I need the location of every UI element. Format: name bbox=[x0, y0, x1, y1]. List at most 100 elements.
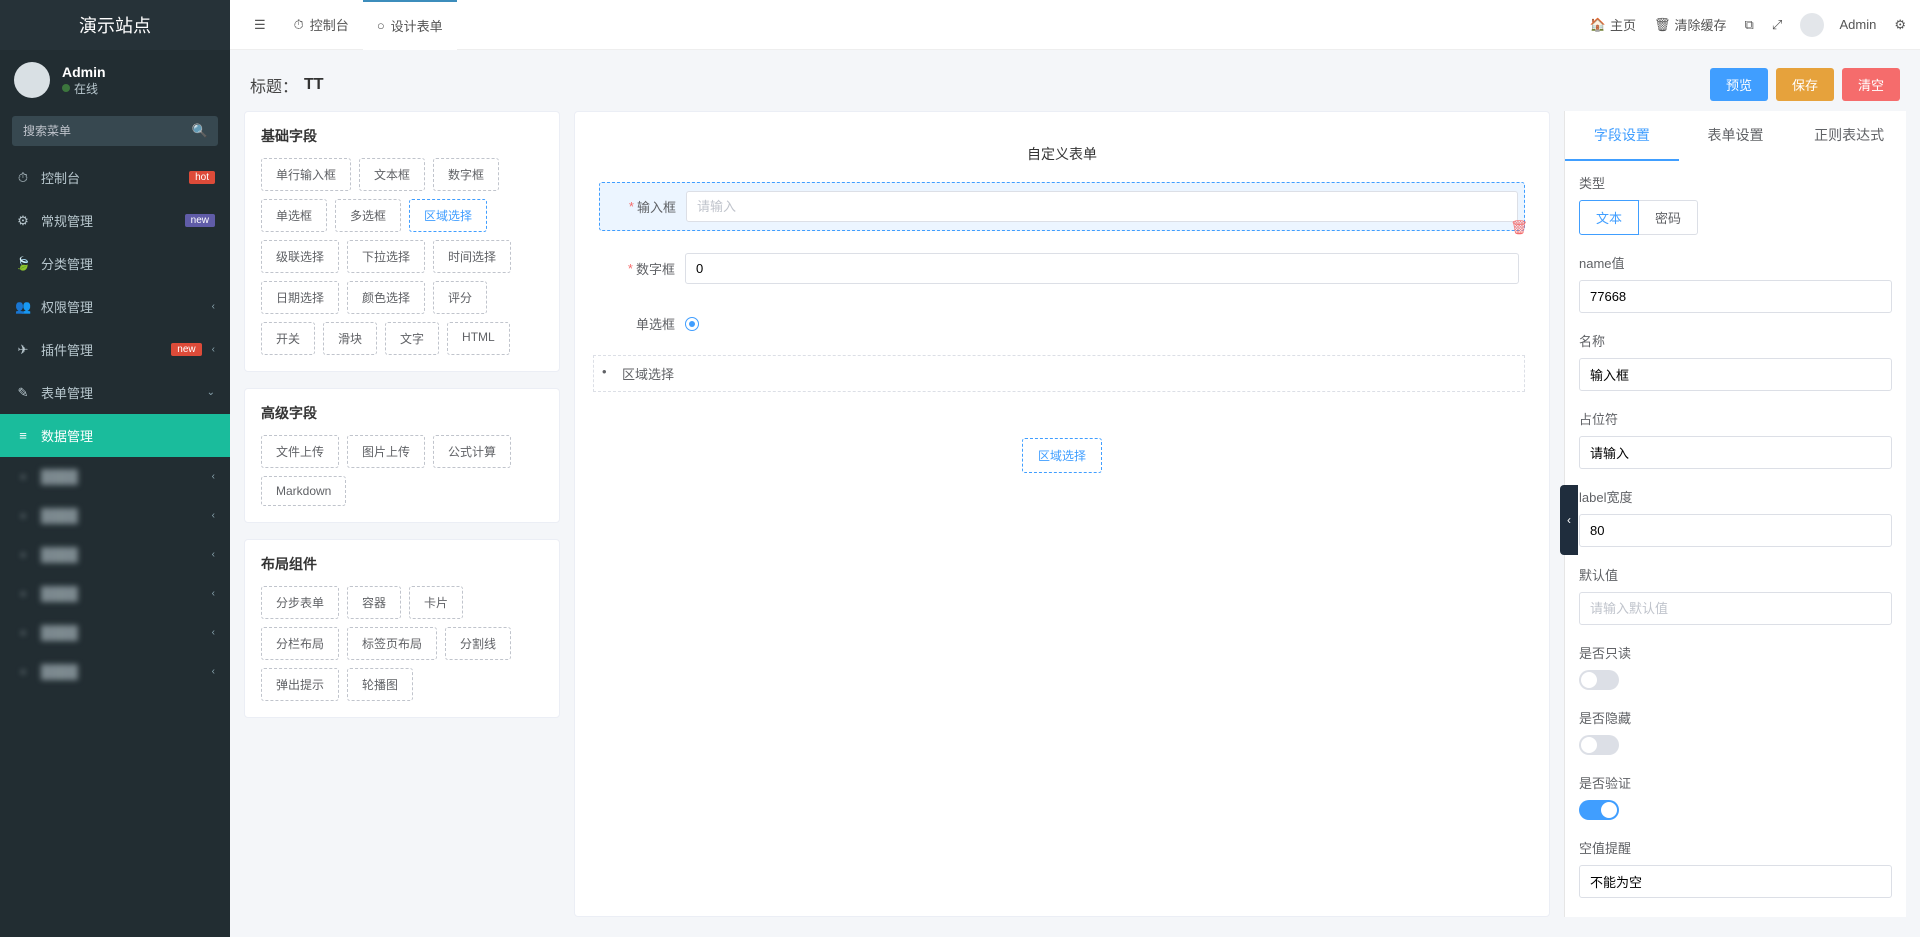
top-tab[interactable]: ○设计表单 bbox=[363, 0, 457, 50]
readonly-switch[interactable] bbox=[1579, 670, 1619, 690]
hamburger-icon[interactable]: ☰ bbox=[244, 17, 276, 33]
field-tag[interactable]: 滑块 bbox=[323, 322, 377, 355]
menu-search: 🔍 bbox=[12, 116, 218, 146]
field-tag[interactable]: 级联选择 bbox=[261, 240, 339, 273]
topbar-settings-icon[interactable]: ⚙ bbox=[1894, 17, 1906, 33]
type-segment: 文本密码 bbox=[1579, 200, 1892, 235]
drop-placeholder: 区域选择 bbox=[1022, 438, 1102, 473]
canvas-region-item[interactable]: 区域选择 bbox=[593, 355, 1525, 392]
avatar[interactable] bbox=[14, 62, 50, 98]
field-tag[interactable]: 日期选择 bbox=[261, 281, 339, 314]
chevron-left-icon: ‹ bbox=[212, 301, 215, 312]
field-tag[interactable]: 分栏布局 bbox=[261, 627, 339, 660]
topbar-clear-cache[interactable]: 🗑 清除缓存 bbox=[1654, 15, 1727, 34]
top-tab[interactable]: ⏱控制台 bbox=[280, 0, 363, 50]
nav-label: 表单管理 bbox=[41, 383, 197, 402]
default-value-input[interactable] bbox=[1579, 592, 1892, 625]
topbar-home[interactable]: 🏠 主页 bbox=[1590, 15, 1636, 34]
sidebar-item[interactable]: ⚙ 常规管理 new bbox=[0, 199, 230, 242]
field-tag[interactable]: 公式计算 bbox=[433, 435, 511, 468]
sidebar-item-obscured[interactable]: ▪████‹ bbox=[0, 496, 230, 535]
sidebar-item[interactable]: 👥 权限管理 ‹ bbox=[0, 285, 230, 328]
nav-icon: ✈ bbox=[15, 342, 31, 358]
search-icon[interactable]: 🔍 bbox=[192, 123, 208, 139]
label-width-label: label宽度 bbox=[1579, 487, 1892, 506]
field-tag[interactable]: 单行输入框 bbox=[261, 158, 351, 191]
field-tag[interactable]: 文本框 bbox=[359, 158, 425, 191]
field-tag[interactable]: HTML bbox=[447, 322, 510, 355]
menu-search-input[interactable] bbox=[12, 116, 218, 146]
type-option[interactable]: 文本 bbox=[1579, 200, 1639, 235]
canvas-number-input[interactable] bbox=[685, 253, 1519, 284]
type-label: 类型 bbox=[1579, 173, 1892, 192]
field-tag[interactable]: 区域选择 bbox=[409, 199, 487, 232]
canvas-text-input[interactable] bbox=[686, 191, 1518, 222]
field-tag[interactable]: 轮播图 bbox=[347, 668, 413, 701]
field-name-input[interactable] bbox=[1579, 358, 1892, 391]
canvas-field-item[interactable]: *输入框🗑 bbox=[599, 182, 1525, 231]
type-option[interactable]: 密码 bbox=[1638, 200, 1698, 235]
delete-icon[interactable]: 🗑 bbox=[1510, 219, 1528, 236]
field-tag[interactable]: 下拉选择 bbox=[347, 240, 425, 273]
canvas-field-item[interactable]: *数字框 bbox=[599, 245, 1525, 292]
field-tag[interactable]: 评分 bbox=[433, 281, 487, 314]
validate-switch[interactable] bbox=[1579, 800, 1619, 820]
name-value-input[interactable] bbox=[1579, 280, 1892, 313]
field-tag[interactable]: 弹出提示 bbox=[261, 668, 339, 701]
label-width-input[interactable] bbox=[1579, 514, 1892, 547]
brand-title[interactable]: 演示站点 bbox=[0, 0, 230, 50]
canvas-field-item[interactable]: 单选框 bbox=[599, 306, 1525, 341]
canvas-radio[interactable] bbox=[685, 317, 1519, 331]
sidebar-item-obscured[interactable]: ▪████‹ bbox=[0, 535, 230, 574]
sidebar-item[interactable]: 🍃 分类管理 bbox=[0, 242, 230, 285]
sidebar-item-obscured[interactable]: ▪████‹ bbox=[0, 574, 230, 613]
topbar-user[interactable]: Admin bbox=[1800, 13, 1876, 37]
layout-components-panel: 布局组件 分步表单容器卡片分栏布局标签页布局分割线弹出提示轮播图 bbox=[244, 539, 560, 718]
field-tag[interactable]: 分割线 bbox=[445, 627, 511, 660]
name-value-label: name值 bbox=[1579, 253, 1892, 272]
field-tag[interactable]: 开关 bbox=[261, 322, 315, 355]
sidebar-item-obscured[interactable]: ▪████‹ bbox=[0, 652, 230, 691]
chevron-left-icon: ‹ bbox=[212, 549, 215, 560]
field-tag[interactable]: 标签页布局 bbox=[347, 627, 437, 660]
chevron-left-icon: ‹ bbox=[212, 627, 215, 638]
collapse-handle[interactable]: ‹ bbox=[1560, 485, 1578, 555]
field-tag[interactable]: 时间选择 bbox=[433, 240, 511, 273]
sidebar-item[interactable]: ✈ 插件管理 new ‹ bbox=[0, 328, 230, 371]
field-tag[interactable]: 分步表单 bbox=[261, 586, 339, 619]
sidebar-item[interactable]: ≡ 数据管理 bbox=[0, 414, 230, 457]
field-tag[interactable]: 多选框 bbox=[335, 199, 401, 232]
topbar-fullscreen-icon[interactable]: ⤢ bbox=[1772, 17, 1782, 33]
form-canvas[interactable]: 自定义表单 *输入框🗑*数字框单选框区域选择 区域选择 bbox=[574, 111, 1550, 917]
sidebar-item-obscured[interactable]: ▪████‹ bbox=[0, 457, 230, 496]
sidebar-item[interactable]: ✎ 表单管理 ⌄ bbox=[0, 371, 230, 414]
user-panel: Admin 在线 bbox=[0, 50, 230, 110]
readonly-label: 是否只读 bbox=[1579, 643, 1892, 662]
form-title-value: TT bbox=[304, 76, 324, 94]
settings-tab[interactable]: 正则表达式 bbox=[1792, 111, 1906, 161]
preview-button[interactable]: 预览 bbox=[1710, 68, 1768, 101]
settings-tab[interactable]: 表单设置 bbox=[1679, 111, 1793, 161]
field-tag[interactable]: Markdown bbox=[261, 476, 346, 506]
placeholder-input[interactable] bbox=[1579, 436, 1892, 469]
sidebar-item[interactable]: ⏱ 控制台 hot bbox=[0, 156, 230, 199]
sidebar-item-obscured[interactable]: ▪████‹ bbox=[0, 613, 230, 652]
field-tag[interactable]: 文字 bbox=[385, 322, 439, 355]
hidden-switch[interactable] bbox=[1579, 735, 1619, 755]
nav-badge: new bbox=[185, 214, 215, 227]
field-tag[interactable]: 卡片 bbox=[409, 586, 463, 619]
field-tag[interactable]: 文件上传 bbox=[261, 435, 339, 468]
field-tag[interactable]: 单选框 bbox=[261, 199, 327, 232]
field-tag[interactable]: 数字框 bbox=[433, 158, 499, 191]
settings-tab[interactable]: 字段设置 bbox=[1565, 111, 1679, 161]
field-palette: 基础字段 单行输入框文本框数字框单选框多选框区域选择级联选择下拉选择时间选择日期… bbox=[244, 111, 560, 917]
field-tag[interactable]: 容器 bbox=[347, 586, 401, 619]
user-name: Admin bbox=[62, 64, 106, 80]
field-tag[interactable]: 图片上传 bbox=[347, 435, 425, 468]
empty-msg-input[interactable] bbox=[1579, 865, 1892, 898]
save-button[interactable]: 保存 bbox=[1776, 68, 1834, 101]
field-tag[interactable]: 颜色选择 bbox=[347, 281, 425, 314]
clear-button[interactable]: 清空 bbox=[1842, 68, 1900, 101]
topbar-copy-icon[interactable]: ⧉ bbox=[1745, 17, 1754, 33]
tab-label: 控制台 bbox=[310, 15, 349, 34]
